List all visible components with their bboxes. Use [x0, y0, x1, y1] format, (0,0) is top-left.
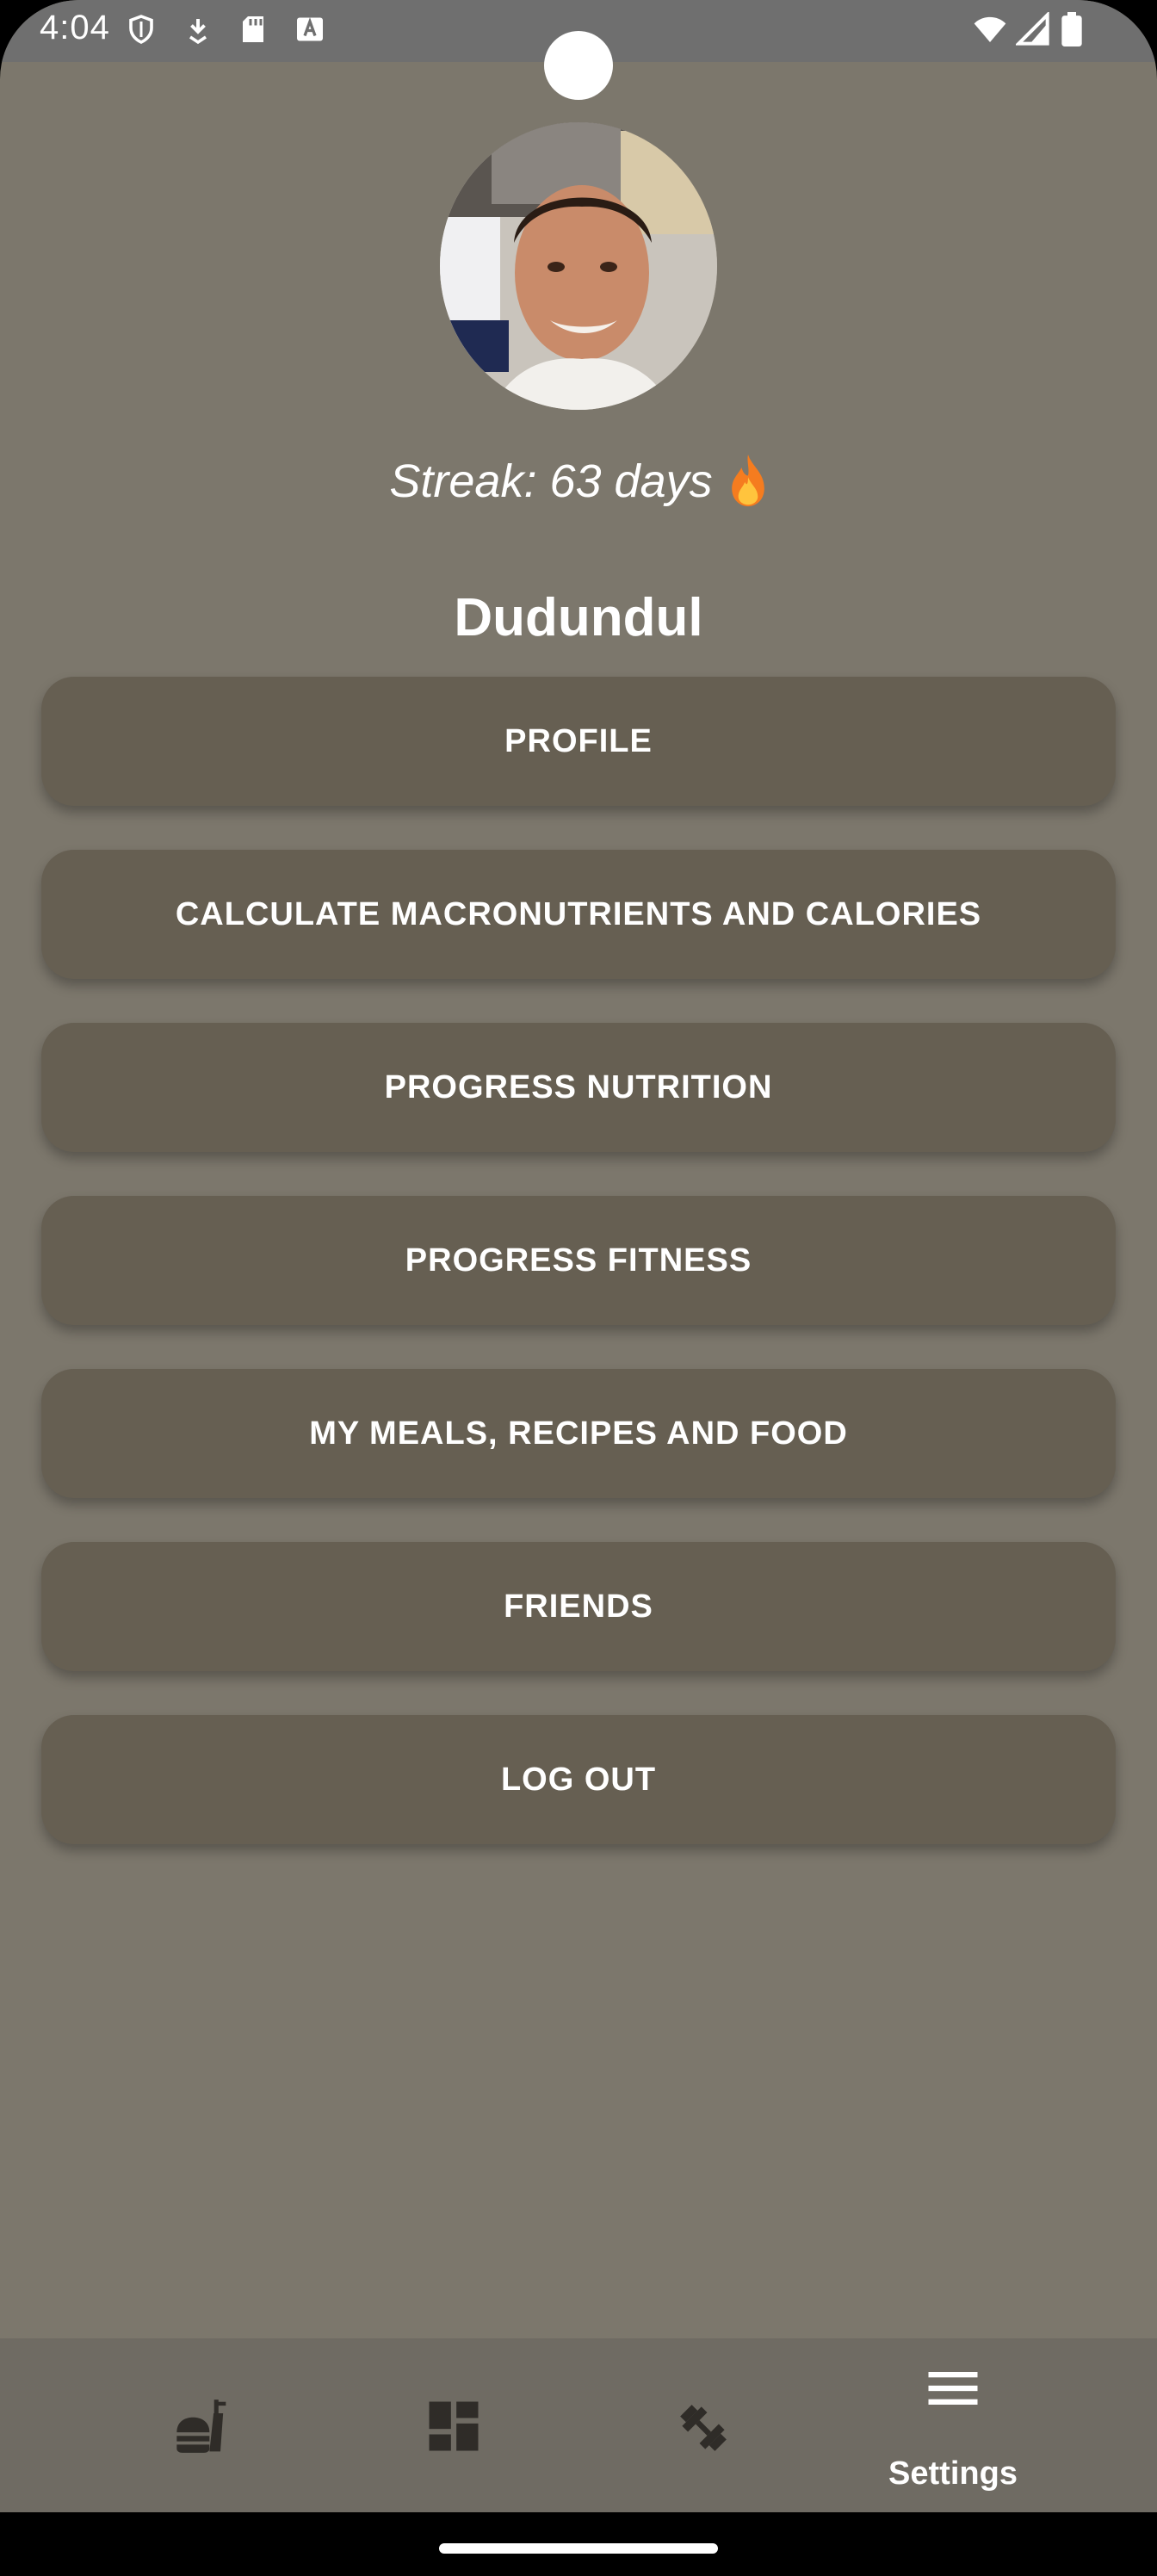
wifi-icon — [971, 12, 1009, 46]
menu-icon — [920, 2356, 986, 2421]
shield-icon — [126, 12, 157, 46]
dashboard-icon — [421, 2393, 486, 2459]
camera-cutout — [544, 31, 613, 100]
progress-fitness-button-label: PROGRESS FITNESS — [405, 1242, 752, 1279]
streak-label: Streak: 63 days — [0, 453, 1157, 508]
screen: 4:04 Streak: 63 days Dudundul PROFILE CA… — [0, 0, 1157, 2576]
sd-card-icon — [238, 12, 269, 46]
avatar[interactable] — [440, 122, 717, 410]
fitness-icon — [671, 2395, 736, 2461]
flame-icon — [728, 453, 768, 508]
nav-label-settings: Settings — [888, 2455, 1018, 2492]
fastfood-icon — [171, 2397, 237, 2462]
my-meals-button-label: MY MEALS, RECIPES AND FOOD — [309, 1415, 848, 1452]
nav-item-dashboard[interactable] — [329, 2338, 578, 2512]
username: Dudundul — [454, 588, 703, 647]
friends-button[interactable]: FRIENDS — [41, 1542, 1116, 1671]
progress-nutrition-button-label: PROGRESS NUTRITION — [384, 1068, 773, 1105]
nav-item-fitness[interactable] — [578, 2338, 828, 2512]
profile-button[interactable]: PROFILE — [41, 677, 1116, 806]
log-out-button[interactable]: LOG OUT — [41, 1715, 1116, 1844]
log-out-button-label: LOG OUT — [500, 1761, 657, 1798]
gesture-area — [0, 2512, 1157, 2576]
home-gesture-handle[interactable] — [439, 2543, 718, 2554]
streak-text: Streak: 63 days — [389, 455, 713, 507]
a-text-icon — [294, 12, 325, 46]
settings-menu: PROFILE CALCULATE MACRONUTRIENTS AND CAL… — [41, 677, 1116, 1888]
calculate-macronutrients-button-label: CALCULATE MACRONUTRIENTS AND CALORIES — [175, 895, 982, 932]
progress-fitness-button[interactable]: PROGRESS FITNESS — [41, 1196, 1116, 1325]
friends-button-label: FRIENDS — [504, 1588, 653, 1625]
battery-icon — [1061, 12, 1083, 46]
signal-icon — [1016, 12, 1050, 46]
download-icon — [183, 12, 213, 46]
progress-nutrition-button[interactable]: PROGRESS NUTRITION — [41, 1023, 1116, 1152]
nav-item-nutrition[interactable] — [79, 2338, 329, 2512]
profile-button-label: PROFILE — [504, 722, 653, 759]
my-meals-button[interactable]: MY MEALS, RECIPES AND FOOD — [41, 1369, 1116, 1498]
calculate-macronutrients-button[interactable]: CALCULATE MACRONUTRIENTS AND CALORIES — [41, 850, 1116, 979]
nav-item-settings[interactable]: Settings — [828, 2338, 1078, 2512]
bottom-nav: Settings — [0, 2338, 1157, 2512]
status-time: 4:04 — [40, 9, 110, 46]
